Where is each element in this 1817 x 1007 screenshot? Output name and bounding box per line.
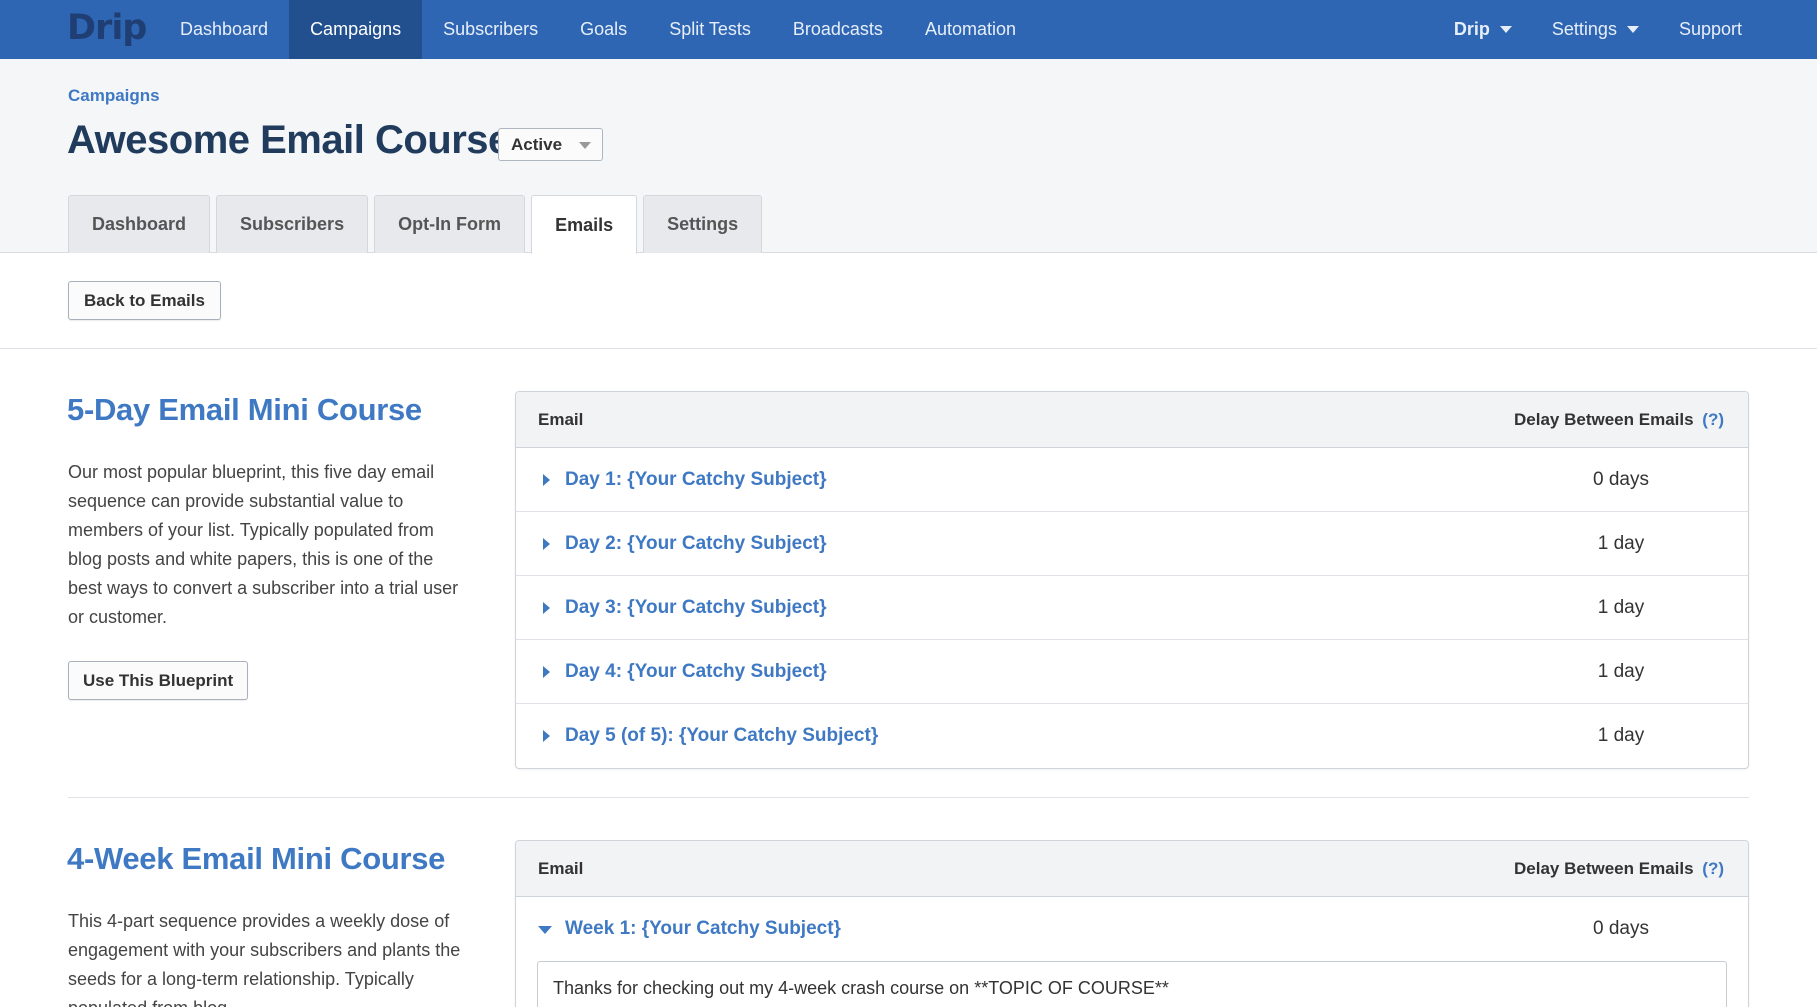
table-row[interactable]: Day 3: {Your Catchy Subject} 1 day — [516, 576, 1748, 640]
chevron-down-icon — [1626, 26, 1639, 33]
nav-support[interactable]: Support — [1659, 0, 1762, 59]
account-dropdown[interactable]: Drip — [1434, 0, 1532, 59]
column-header-delay: Delay Between Emails (?) — [1514, 859, 1724, 879]
chevron-down-icon — [1499, 26, 1512, 33]
nav-goals[interactable]: Goals — [559, 0, 648, 59]
email-table: Email Delay Between Emails (?) Day 1: {Y… — [515, 391, 1749, 769]
tab-subscribers[interactable]: Subscribers — [216, 195, 369, 253]
email-body-wrapper: Thanks for checking out my 4-week crash … — [516, 961, 1748, 1007]
chevron-right-icon[interactable] — [543, 602, 550, 614]
divider — [0, 348, 1817, 349]
email-delay: 1 day — [1597, 661, 1645, 682]
email-body-textarea[interactable]: Thanks for checking out my 4-week crash … — [537, 961, 1727, 1007]
blueprint-title: 5-Day Email Mini Course — [67, 392, 422, 427]
email-subject[interactable]: Day 4: {Your Catchy Subject} — [565, 661, 827, 683]
campaign-tabs: Dashboard Subscribers Opt-In Form Emails… — [68, 195, 768, 254]
nav-subscribers[interactable]: Subscribers — [422, 0, 559, 59]
chevron-down-icon[interactable] — [538, 926, 552, 934]
email-table: Email Delay Between Emails (?) Week 1: {… — [515, 840, 1749, 1007]
table-row[interactable]: Day 5 (of 5): {Your Catchy Subject} 1 da… — [516, 704, 1748, 768]
help-link[interactable]: (?) — [1702, 410, 1724, 429]
account-nav: Drip Settings Support — [1434, 0, 1762, 59]
email-delay: 1 day — [1597, 725, 1645, 746]
email-subject[interactable]: Day 1: {Your Catchy Subject} — [565, 469, 827, 491]
breadcrumb[interactable]: Campaigns — [68, 86, 160, 106]
account-label: Drip — [1453, 19, 1490, 39]
help-link[interactable]: (?) — [1702, 859, 1724, 878]
table-row[interactable]: Day 2: {Your Catchy Subject} 1 day — [516, 512, 1748, 576]
email-delay: 1 day — [1597, 597, 1645, 618]
blueprint-description: Our most popular blueprint, this five da… — [68, 462, 459, 627]
email-subject[interactable]: Day 2: {Your Catchy Subject} — [565, 533, 827, 555]
tab-emails[interactable]: Emails — [531, 195, 638, 254]
table-header: Email Delay Between Emails (?) — [516, 841, 1748, 897]
nav-automation[interactable]: Automation — [904, 0, 1037, 59]
divider — [68, 797, 1749, 798]
chevron-right-icon[interactable] — [543, 474, 550, 486]
drip-logo[interactable]: Drip — [67, 8, 147, 48]
status-value: Active — [511, 134, 563, 154]
settings-dropdown[interactable]: Settings — [1532, 0, 1659, 59]
nav-campaigns[interactable]: Campaigns — [289, 0, 423, 59]
tab-settings[interactable]: Settings — [643, 195, 763, 253]
page-title: Awesome Email Course — [67, 118, 510, 162]
email-delay: 0 days — [1593, 918, 1649, 939]
email-delay: 0 days — [1593, 469, 1649, 490]
nav-dashboard[interactable]: Dashboard — [159, 0, 289, 59]
status-select[interactable]: Active — [498, 128, 604, 161]
email-subject[interactable]: Day 3: {Your Catchy Subject} — [565, 597, 827, 619]
column-header-delay-label: Delay Between Emails — [1514, 859, 1694, 878]
blueprint-title: 4-Week Email Mini Course — [67, 841, 446, 876]
column-header-delay: Delay Between Emails (?) — [1514, 410, 1724, 430]
blueprint-description: This 4-part sequence provides a weekly d… — [68, 911, 461, 1007]
tab-dashboard[interactable]: Dashboard — [68, 195, 211, 253]
chevron-right-icon[interactable] — [543, 538, 550, 550]
tab-opt-in-form[interactable]: Opt-In Form — [374, 195, 526, 253]
email-subject[interactable]: Day 5 (of 5): {Your Catchy Subject} — [565, 725, 878, 747]
back-to-emails-button[interactable]: Back to Emails — [68, 281, 221, 320]
top-nav: Drip Dashboard Campaigns Subscribers Goa… — [0, 0, 1817, 59]
chevron-right-icon[interactable] — [543, 730, 550, 742]
column-header-email: Email — [538, 410, 584, 429]
table-header: Email Delay Between Emails (?) — [516, 392, 1748, 448]
table-row[interactable]: Day 1: {Your Catchy Subject} 0 days — [516, 448, 1748, 512]
chevron-right-icon[interactable] — [543, 666, 550, 678]
use-blueprint-button[interactable]: Use This Blueprint — [68, 661, 249, 700]
column-header-delay-label: Delay Between Emails — [1514, 410, 1694, 429]
main-nav: Dashboard Campaigns Subscribers Goals Sp… — [159, 0, 1037, 59]
table-row[interactable]: Week 1: {Your Catchy Subject} 0 days — [516, 897, 1748, 961]
nav-split-tests[interactable]: Split Tests — [648, 0, 772, 59]
settings-label: Settings — [1551, 19, 1617, 39]
email-delay: 1 day — [1597, 533, 1645, 554]
column-header-email: Email — [538, 859, 584, 878]
table-row[interactable]: Day 4: {Your Catchy Subject} 1 day — [516, 640, 1748, 704]
chevron-down-icon — [579, 142, 592, 149]
campaign-header: Campaigns Awesome Email Course Active Da… — [0, 59, 1817, 254]
nav-broadcasts[interactable]: Broadcasts — [772, 0, 904, 59]
email-subject[interactable]: Week 1: {Your Catchy Subject} — [565, 918, 841, 940]
